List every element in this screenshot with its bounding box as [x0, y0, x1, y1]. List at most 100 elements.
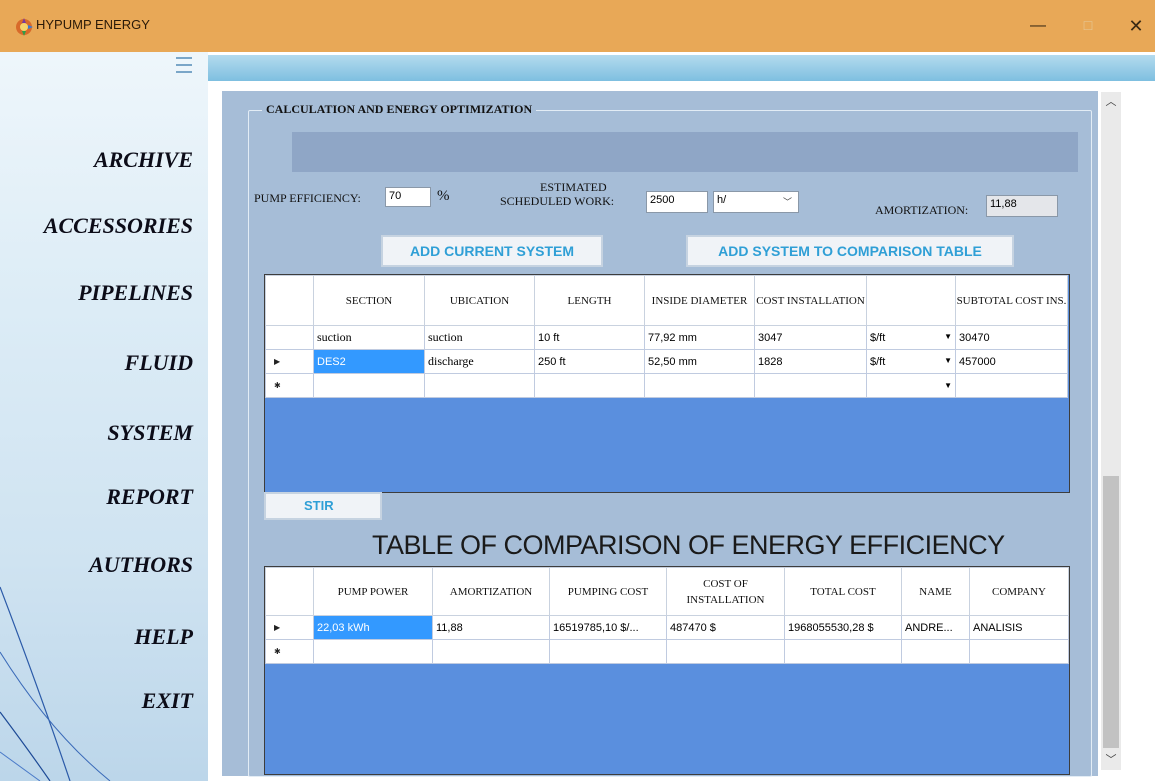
new-cell-subtotal[interactable] — [955, 373, 1068, 398]
nav-fluid[interactable]: FLUID — [125, 350, 193, 376]
header-strip — [208, 55, 1155, 81]
stir-button[interactable]: STIR — [264, 492, 382, 520]
header-cost-installation[interactable]: COST INSTALLATION — [754, 275, 867, 326]
scheduled-work-label: ESTIMATED SCHEDULED WORK: — [500, 180, 614, 208]
header-name[interactable]: NAME — [901, 567, 970, 616]
cell-length[interactable]: 250 ft — [534, 349, 645, 374]
nav-system[interactable]: SYSTEM — [107, 420, 193, 446]
nav-authors[interactable]: AUTHORS — [89, 552, 193, 578]
header-amortization[interactable]: AMORTIZATION — [432, 567, 550, 616]
vertical-scrollbar[interactable]: ︿ ﹀ — [1101, 92, 1121, 770]
scheduled-work-label-line2: SCHEDULED WORK: — [500, 194, 615, 208]
comparison-grid[interactable]: PUMP POWER AMORTIZATION PUMPING COST COS… — [264, 566, 1070, 775]
window-title: HYPUMP ENERGY — [36, 17, 150, 32]
row-header-corner — [265, 275, 314, 326]
cell-pump-power[interactable]: 22,03 kWh — [313, 615, 433, 640]
chevron-down-icon[interactable]: ﹀ — [783, 195, 792, 208]
header-inside-diameter[interactable]: INSIDE DIAMETER — [644, 275, 755, 326]
cell-ubication[interactable]: discharge — [424, 349, 535, 374]
scroll-up-icon[interactable]: ︿ — [1101, 92, 1121, 112]
cell-total-cost[interactable]: 1968055530,28 $ — [784, 615, 902, 640]
cell-name[interactable]: ANDRE... — [901, 615, 970, 640]
dropdown-arrow-icon[interactable]: ▼ — [944, 332, 952, 341]
nav-accessories[interactable]: ACCESSORIES — [44, 213, 193, 239]
header-total-cost[interactable]: TOTAL COST — [784, 567, 902, 616]
new-row-icon[interactable]: ✱ — [265, 373, 314, 398]
cell-section[interactable]: DES2 — [313, 349, 425, 374]
scroll-down-icon[interactable]: ﹀ — [1101, 750, 1121, 770]
table-row[interactable]: suction suction 10 ft 77,92 mm 3047 $/ft… — [265, 325, 1068, 350]
minimize-icon[interactable]: — — [1018, 10, 1058, 42]
table-row[interactable]: ▶ 22,03 kWh 11,88 16519785,10 $/... 4874… — [265, 615, 1069, 640]
header-pump-power[interactable]: PUMP POWER — [313, 567, 433, 616]
row-header[interactable] — [265, 325, 314, 350]
cell-subtotal[interactable]: 457000 — [955, 349, 1068, 374]
cell-pumping-cost[interactable]: 16519785,10 $/... — [549, 615, 667, 640]
cell-diameter[interactable]: 77,92 mm — [644, 325, 755, 350]
scheduled-work-unit-select[interactable]: h/ ﹀ — [713, 191, 799, 213]
header-ubication[interactable]: UBICATION — [424, 275, 535, 326]
nav-archive[interactable]: ARCHIVE — [94, 147, 193, 173]
cell-length[interactable]: 10 ft — [534, 325, 645, 350]
new-row[interactable]: ✱ — [265, 639, 1069, 664]
cell-diameter[interactable]: 52,50 mm — [644, 349, 755, 374]
nav-pipelines[interactable]: PIPELINES — [78, 280, 193, 306]
header-subtotal[interactable]: SUBTOTAL COST INS. — [955, 275, 1068, 326]
cell-section[interactable]: suction — [313, 325, 425, 350]
new-cell-pumping-cost[interactable] — [549, 639, 667, 664]
scroll-thumb[interactable] — [1103, 476, 1119, 748]
app-icon — [16, 18, 33, 36]
maximize-icon[interactable]: ☐ — [1068, 10, 1108, 42]
header-company[interactable]: COMPANY — [969, 567, 1069, 616]
group-title: CALCULATION AND ENERGY OPTIMIZATION — [262, 102, 537, 117]
menu-icon[interactable] — [176, 57, 192, 75]
table-row[interactable]: ▶ DES2 discharge 250 ft 52,50 mm 1828 $/… — [265, 349, 1068, 374]
sections-grid[interactable]: SECTION UBICATION LENGTH INSIDE DIAMETER… — [264, 274, 1070, 493]
title-bar: HYPUMP ENERGY — ☐ ✕ — [0, 0, 1155, 52]
nav-report[interactable]: REPORT — [106, 484, 193, 510]
cell-cost[interactable]: 3047 — [754, 325, 867, 350]
header-unit[interactable] — [866, 275, 956, 326]
comparison-title: TABLE OF COMPARISON OF ENERGY EFFICIENCY — [372, 530, 1005, 560]
new-cell-name[interactable] — [901, 639, 970, 664]
new-cell-unit-select[interactable]: ▼ — [866, 373, 956, 398]
new-cell-amortization[interactable] — [432, 639, 550, 664]
new-cell-diameter[interactable] — [644, 373, 755, 398]
scheduled-work-input[interactable]: 2500 — [646, 191, 708, 213]
new-cell-ubication[interactable] — [424, 373, 535, 398]
amortization-label: AMORTIZATION: — [875, 203, 969, 217]
pump-efficiency-input[interactable]: 70 — [385, 187, 431, 207]
new-cell-total-cost[interactable] — [784, 639, 902, 664]
new-cell-length[interactable] — [534, 373, 645, 398]
add-current-system-button[interactable]: ADD CURRENT SYSTEM — [381, 235, 603, 267]
new-cell-section[interactable] — [313, 373, 425, 398]
new-row-icon[interactable]: ✱ — [265, 639, 314, 664]
cell-unit-select[interactable]: $/ft ▼ — [866, 325, 956, 350]
header-cost-of-installation[interactable]: COST OF INSTALLATION — [666, 567, 785, 616]
header-pumping-cost[interactable]: PUMPING COST — [549, 567, 667, 616]
nav-exit[interactable]: EXIT — [142, 688, 193, 714]
header-section[interactable]: SECTION — [313, 275, 425, 326]
header-length[interactable]: LENGTH — [534, 275, 645, 326]
amortization-output: 11,88 — [986, 195, 1058, 217]
cell-unit-select[interactable]: $/ft ▼ — [866, 349, 956, 374]
cell-unit-value: $/ft — [870, 355, 886, 368]
dropdown-arrow-icon[interactable]: ▼ — [944, 381, 952, 390]
new-cell-installation[interactable] — [666, 639, 785, 664]
new-row[interactable]: ✱ ▼ — [265, 373, 1068, 398]
new-cell-pump-power[interactable] — [313, 639, 433, 664]
nav-help[interactable]: HELP — [134, 624, 193, 650]
new-cell-cost[interactable] — [754, 373, 867, 398]
add-to-comparison-button[interactable]: ADD SYSTEM TO COMPARISON TABLE — [686, 235, 1014, 267]
row-pointer-icon[interactable]: ▶ — [265, 615, 314, 640]
cell-installation[interactable]: 487470 $ — [666, 615, 785, 640]
cell-subtotal[interactable]: 30470 — [955, 325, 1068, 350]
cell-amortization[interactable]: 11,88 — [432, 615, 550, 640]
cell-ubication[interactable]: suction — [424, 325, 535, 350]
cell-cost[interactable]: 1828 — [754, 349, 867, 374]
row-pointer-icon[interactable]: ▶ — [265, 349, 314, 374]
dropdown-arrow-icon[interactable]: ▼ — [944, 356, 952, 365]
close-icon[interactable]: ✕ — [1116, 10, 1155, 42]
new-cell-company[interactable] — [969, 639, 1069, 664]
cell-company[interactable]: ANALISIS — [969, 615, 1069, 640]
